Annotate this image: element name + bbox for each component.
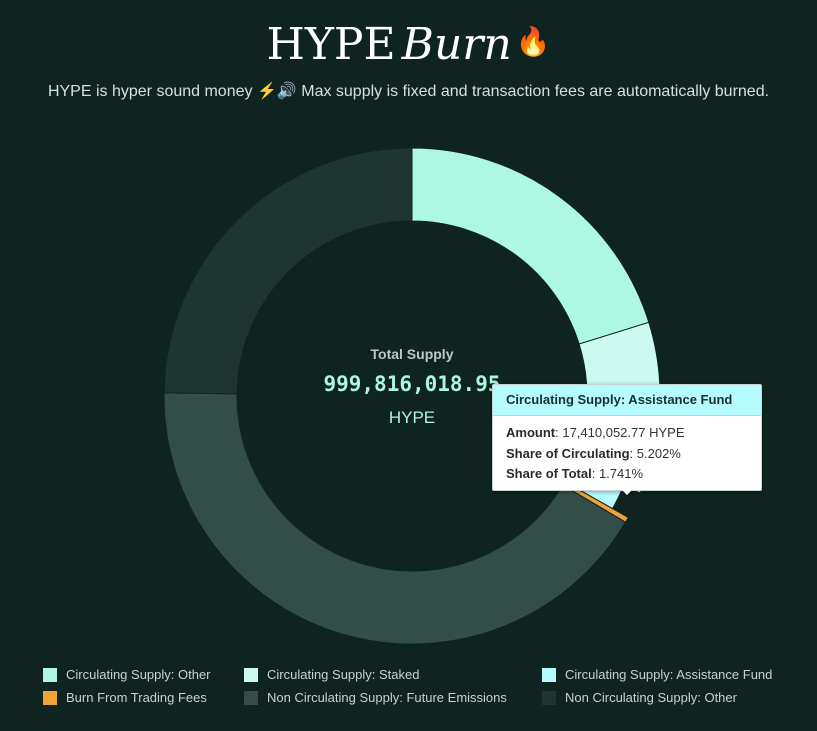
tooltip-title: Circulating Supply: Assistance Fund [493, 385, 761, 416]
fire-icon: 🔥 [515, 25, 551, 58]
donut-slice-1[interactable] [411, 147, 650, 345]
tooltip-label: Share of Total [506, 466, 592, 481]
tooltip-row-share-total: Share of Total: 1.741% [506, 466, 644, 481]
center-caption: Total Supply [370, 346, 454, 362]
supply-donut-chart [163, 147, 661, 645]
tooltip-label: Amount [506, 425, 556, 440]
chart-tooltip: Circulating Supply: Assistance Fund Amou… [492, 384, 762, 491]
center-unit: HYPE [388, 408, 436, 427]
page-subtitle: HYPE is hyper sound money ⚡🔊 Max supply … [47, 83, 770, 100]
legend-label: Circulating Supply: Assistance Fund [565, 667, 773, 682]
legend-label: Circulating Supply: Staked [267, 667, 420, 682]
tooltip-pointer [620, 488, 634, 495]
tooltip-value: 1.741% [598, 466, 644, 481]
page-title: HYPE Burn 🔥 [0, 14, 817, 73]
legend-swatch [542, 691, 556, 705]
legend-label: Non Circulating Supply: Future Emissions [267, 690, 507, 705]
tooltip-row-amount: Amount: 17,410,052.77 HYPE [506, 425, 685, 440]
legend-swatch [244, 668, 258, 682]
legend-swatch [542, 668, 556, 682]
tooltip-row-share-circulating: Share of Circulating: 5.202% [506, 445, 681, 461]
legend-label: Burn From Trading Fees [66, 690, 207, 705]
legend-label: Non Circulating Supply: Other [565, 690, 737, 705]
legend-label: Circulating Supply: Other [66, 667, 211, 682]
title-italic: Burn [401, 19, 512, 70]
tooltip-value: 17,410,052.77 HYPE [562, 425, 685, 440]
legend-swatch [43, 691, 57, 705]
tooltip-body: Amount: 17,410,052.77 HYPE Share of Circ… [493, 416, 761, 485]
title-main: HYPE [266, 19, 396, 70]
legend-swatch [244, 691, 258, 705]
tooltip-value: 5.202% [636, 445, 681, 461]
tooltip-label: Share of Circulating [506, 445, 630, 461]
legend-swatch [43, 668, 57, 682]
